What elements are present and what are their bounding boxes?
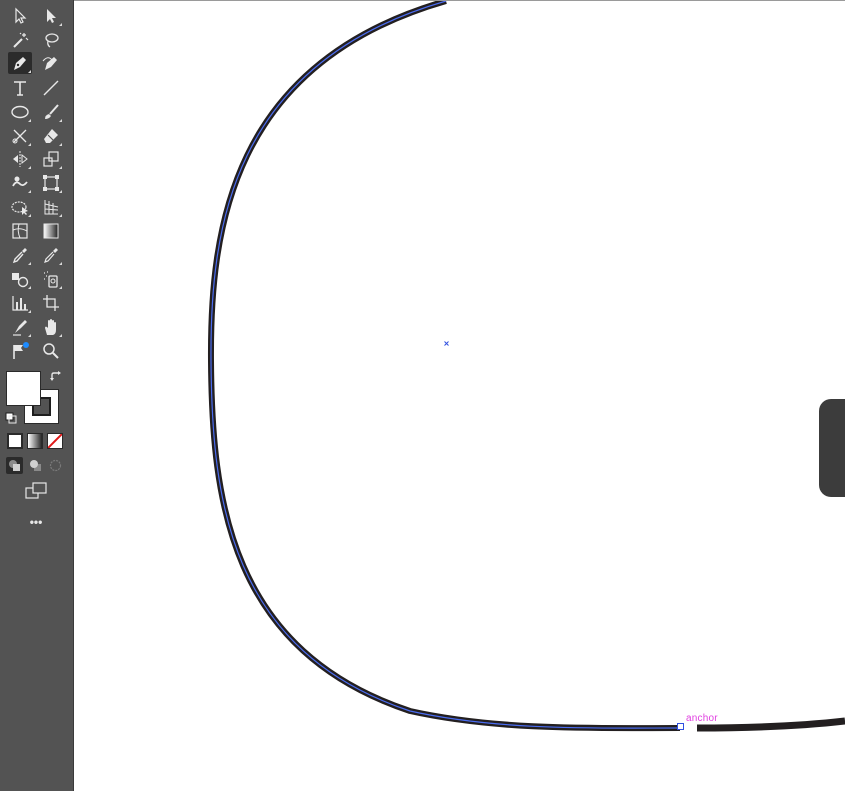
pen-tool[interactable] bbox=[8, 52, 32, 74]
pen-icon bbox=[14, 57, 26, 70]
tools-panel: ••• bbox=[0, 0, 74, 791]
lasso-tool[interactable] bbox=[39, 29, 63, 51]
warp-tool[interactable] bbox=[8, 172, 32, 194]
smart-guide-anchor-label: anchor bbox=[686, 713, 718, 724]
curvature-pen-icon bbox=[42, 57, 57, 70]
shaper-tool[interactable] bbox=[8, 125, 32, 147]
mesh-icon bbox=[12, 223, 28, 239]
lasso-icon bbox=[45, 33, 59, 48]
hand-tool[interactable] bbox=[39, 316, 63, 338]
magic-wand-icon bbox=[13, 32, 29, 48]
none-mode-button[interactable] bbox=[47, 433, 63, 449]
line-segment-tool[interactable] bbox=[39, 77, 63, 99]
slice-tool[interactable] bbox=[8, 316, 32, 338]
draw-inside-button[interactable] bbox=[47, 457, 64, 474]
eraser-icon bbox=[44, 129, 58, 143]
path-selection-outline bbox=[210, 1, 681, 729]
curvature-tool[interactable] bbox=[39, 52, 63, 74]
draw-behind-icon bbox=[30, 460, 41, 471]
puppet-warp-icon bbox=[13, 342, 29, 359]
draw-inside-icon bbox=[49, 459, 62, 472]
anchor-point[interactable] bbox=[677, 723, 684, 730]
warp-icon bbox=[12, 176, 28, 187]
eyedropper-icon bbox=[12, 248, 27, 264]
canvas-artwork bbox=[207, 1, 845, 732]
color-mode-button[interactable] bbox=[7, 433, 23, 449]
line-icon bbox=[43, 80, 59, 96]
direct-selection-tool[interactable] bbox=[39, 5, 63, 27]
hand-icon bbox=[45, 319, 56, 335]
screen-mode-button[interactable] bbox=[24, 481, 48, 501]
column-graph-tool[interactable] bbox=[8, 292, 32, 314]
default-fill-stroke-icon[interactable] bbox=[5, 411, 17, 424]
eraser-tool[interactable] bbox=[39, 125, 63, 147]
edit-toolbar-button[interactable]: ••• bbox=[24, 514, 48, 530]
ellipse-icon bbox=[11, 105, 29, 119]
scale-icon bbox=[43, 151, 59, 167]
screen-mode-icon bbox=[25, 482, 47, 499]
measure-icon bbox=[44, 248, 58, 263]
artboard-icon bbox=[43, 295, 59, 311]
magic-wand-tool[interactable] bbox=[8, 29, 32, 51]
slice-icon bbox=[13, 320, 27, 336]
artboard-canvas[interactable] bbox=[74, 0, 845, 791]
draw-normal-icon bbox=[9, 460, 20, 471]
selection-tool[interactable] bbox=[8, 5, 32, 27]
mesh-tool[interactable] bbox=[8, 220, 32, 242]
puppet-warp-tool[interactable] bbox=[8, 340, 32, 362]
none-slash-icon bbox=[48, 434, 62, 448]
artboard-tool[interactable] bbox=[39, 292, 63, 314]
type-icon bbox=[14, 81, 26, 96]
path-segment-right[interactable] bbox=[696, 717, 845, 732]
center-point-marker bbox=[444, 341, 449, 346]
fill-swatch[interactable] bbox=[6, 371, 41, 406]
symbol-sprayer-icon bbox=[44, 271, 58, 288]
paintbrush-tool[interactable] bbox=[39, 101, 63, 123]
perspective-grid-icon bbox=[44, 200, 59, 215]
reflect-icon bbox=[13, 151, 28, 167]
gradient-mode-button[interactable] bbox=[27, 433, 43, 449]
scissors-icon bbox=[12, 129, 27, 144]
symbol-sprayer-tool[interactable] bbox=[39, 268, 63, 290]
shape-builder-tool[interactable] bbox=[8, 196, 32, 218]
eyedropper-tool[interactable] bbox=[8, 244, 32, 266]
swap-fill-stroke-icon[interactable] bbox=[49, 370, 63, 384]
collapsed-panel-tab[interactable] bbox=[819, 399, 845, 497]
brush-icon bbox=[45, 104, 59, 119]
white-arrow-icon bbox=[47, 9, 56, 23]
arrow-icon bbox=[15, 7, 27, 24]
perspective-grid-tool[interactable] bbox=[39, 196, 63, 218]
blend-tool[interactable] bbox=[8, 268, 32, 290]
zoom-tool[interactable] bbox=[39, 340, 63, 362]
scale-tool[interactable] bbox=[39, 148, 63, 170]
free-transform-icon bbox=[43, 175, 59, 191]
blend-icon bbox=[12, 273, 29, 288]
type-tool[interactable] bbox=[8, 77, 32, 99]
draw-normal-button[interactable] bbox=[6, 457, 23, 474]
ellipse-tool[interactable] bbox=[8, 101, 32, 123]
free-transform-tool[interactable] bbox=[39, 172, 63, 194]
gradient-tool[interactable] bbox=[39, 220, 63, 242]
measure-tool[interactable] bbox=[39, 244, 63, 266]
draw-behind-button[interactable] bbox=[27, 457, 44, 474]
reflect-tool[interactable] bbox=[8, 148, 32, 170]
gradient-icon bbox=[43, 223, 59, 239]
graph-icon bbox=[12, 296, 28, 311]
shape-builder-icon bbox=[11, 201, 28, 215]
magnifier-icon bbox=[43, 343, 59, 359]
drawn-path[interactable] bbox=[207, 1, 681, 732]
